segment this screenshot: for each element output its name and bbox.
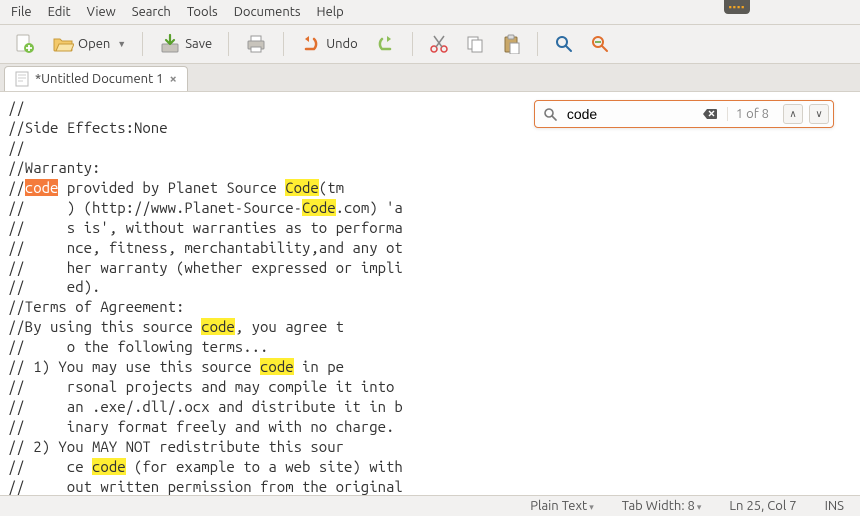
- undo-button[interactable]: Undo: [294, 29, 364, 59]
- open-button[interactable]: Open ▼: [46, 29, 132, 59]
- separator: [537, 32, 538, 56]
- open-dropdown-icon[interactable]: ▼: [117, 39, 126, 49]
- document-icon: [15, 71, 29, 87]
- cut-button[interactable]: [423, 30, 455, 58]
- separator: [142, 32, 143, 56]
- find-bar: 1 of 8 ∧ ∨: [534, 100, 834, 128]
- redo-button[interactable]: [368, 29, 402, 59]
- tabwidth-selector[interactable]: Tab Width: 8: [622, 499, 702, 513]
- save-button[interactable]: Save: [153, 29, 218, 59]
- separator: [228, 32, 229, 56]
- menu-tools[interactable]: Tools: [180, 2, 225, 22]
- language-selector[interactable]: Plain Text: [530, 499, 594, 513]
- find-replace-button[interactable]: [584, 30, 616, 58]
- new-button[interactable]: [8, 29, 42, 59]
- menu-view[interactable]: View: [80, 2, 123, 22]
- save-label: Save: [185, 37, 212, 51]
- search-icon: [543, 107, 557, 121]
- find-button[interactable]: [548, 30, 580, 58]
- menu-search[interactable]: Search: [125, 2, 178, 22]
- editor[interactable]: ////Side Effects:None////Warranty://code…: [0, 92, 860, 495]
- menu-file[interactable]: File: [4, 2, 39, 22]
- insert-mode[interactable]: INS: [825, 499, 844, 513]
- menu-help[interactable]: Help: [310, 2, 351, 22]
- undo-label: Undo: [326, 37, 358, 51]
- print-button[interactable]: [239, 29, 273, 59]
- open-label: Open: [78, 37, 110, 51]
- separator: [412, 32, 413, 56]
- find-prev-button[interactable]: ∧: [783, 104, 803, 124]
- find-count: 1 of 8: [727, 107, 777, 121]
- copy-button[interactable]: [459, 30, 491, 58]
- statusbar: Plain Text Tab Width: 8 Ln 25, Col 7 INS: [0, 495, 860, 516]
- cursor-position: Ln 25, Col 7: [729, 499, 796, 513]
- tab-title: *Untitled Document 1: [35, 72, 164, 86]
- paste-button[interactable]: [495, 30, 527, 58]
- find-next-button[interactable]: ∨: [809, 104, 829, 124]
- document-tab[interactable]: *Untitled Document 1 ×: [4, 66, 188, 91]
- menu-documents[interactable]: Documents: [227, 2, 308, 22]
- clear-search-icon[interactable]: [703, 107, 717, 121]
- tab-close-icon[interactable]: ×: [170, 72, 177, 86]
- editor-area: ////Side Effects:None////Warranty://code…: [0, 92, 860, 495]
- window-control[interactable]: ▪▪▪▪: [724, 0, 750, 14]
- tabbar: *Untitled Document 1 ×: [0, 64, 860, 92]
- separator: [283, 32, 284, 56]
- menu-edit[interactable]: Edit: [41, 2, 78, 22]
- toolbar: Open ▼ Save Undo: [0, 25, 860, 64]
- find-input[interactable]: [567, 106, 697, 122]
